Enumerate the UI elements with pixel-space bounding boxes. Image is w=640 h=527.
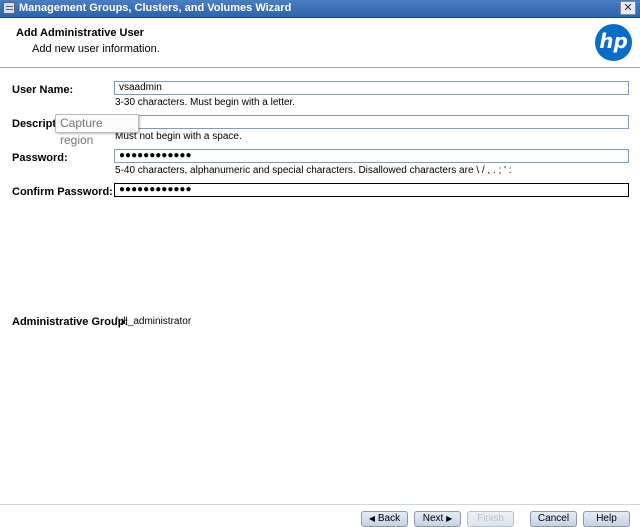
window-titlebar: Management Groups, Clusters, and Volumes… — [0, 0, 640, 18]
password-input[interactable]: ●●●●●●●●●●●● — [114, 149, 629, 163]
back-arrow-icon: ◀ — [368, 514, 376, 523]
back-button-label: Back — [377, 513, 401, 524]
user-name-label: User Name: — [12, 84, 74, 96]
app-icon — [3, 2, 15, 14]
user-name-hint: 3-30 characters. Must begin with a lette… — [115, 97, 296, 108]
wizard-header: Add Administrative User Add new user inf… — [0, 18, 640, 68]
window-title: Management Groups, Clusters, and Volumes… — [19, 2, 292, 14]
cancel-button[interactable]: Cancel — [530, 511, 577, 527]
next-button[interactable]: Next ▶ — [414, 511, 461, 527]
description-input[interactable] — [114, 115, 629, 129]
next-arrow-icon: ▶ — [446, 514, 453, 523]
help-button[interactable]: Help — [583, 511, 630, 527]
user-name-input[interactable]: vsaadmin — [114, 81, 629, 95]
finish-button[interactable]: Finish — [467, 511, 514, 527]
hp-logo: hp — [595, 24, 632, 61]
next-button-label: Next — [422, 513, 444, 524]
password-label: Password: — [12, 152, 68, 164]
close-icon[interactable]: ✕ — [620, 1, 636, 15]
admin-group-label: Administrative Group: — [12, 316, 129, 328]
confirm-password-label: Confirm Password: — [12, 186, 113, 198]
confirm-password-input[interactable]: ●●●●●●●●●●●● — [114, 183, 629, 197]
wizard-footer: ◀ Back Next ▶ Finish Cancel Help — [0, 504, 640, 527]
page-title: Add Administrative User — [16, 27, 144, 39]
password-hint: 5-40 characters, alphanumeric and specia… — [115, 165, 512, 176]
back-button[interactable]: ◀ Back — [361, 511, 408, 527]
admin-group-value: full_administrator — [115, 316, 192, 327]
capture-region-tooltip: Capture region — [55, 114, 139, 147]
page-subtitle: Add new user information. — [32, 43, 160, 55]
description-label: Descripti — [12, 118, 60, 130]
